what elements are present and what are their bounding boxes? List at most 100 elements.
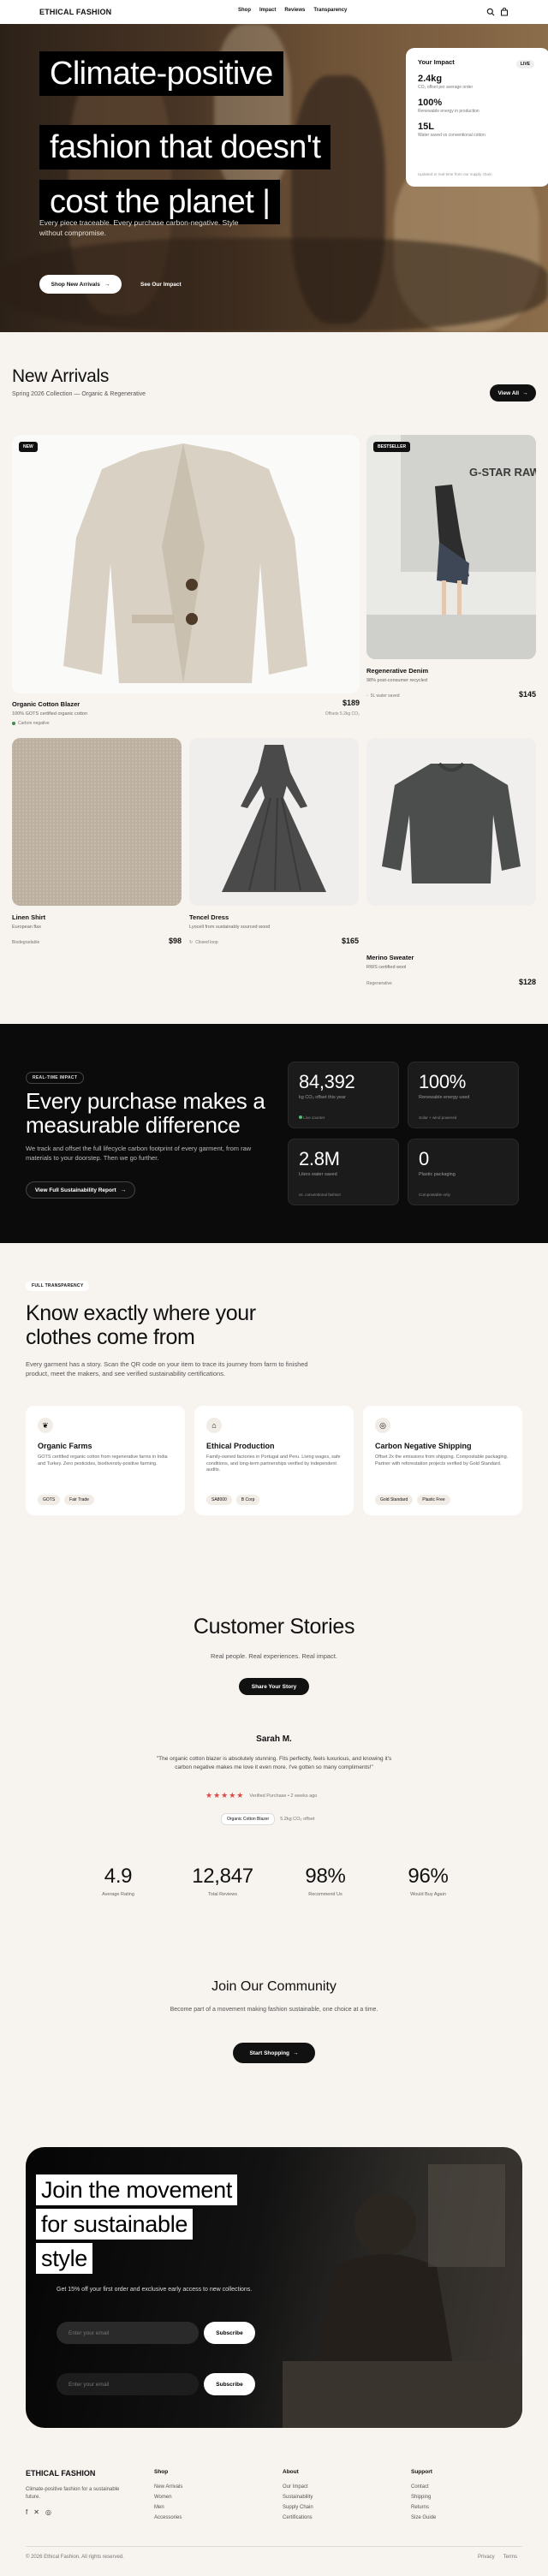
factory-icon: ⌂ — [206, 1418, 222, 1433]
see-our-impact-button[interactable]: See Our Impact — [140, 275, 182, 294]
footer-link[interactable]: Women — [154, 2495, 172, 2500]
footer-tagline: Climate-positive fashion for a sustainab… — [26, 2487, 120, 2500]
twitter-icon[interactable]: ✕ — [33, 2508, 39, 2516]
footer-link[interactable]: Men — [154, 2505, 164, 2510]
product-tag-label: Carbon negative — [18, 721, 50, 726]
product-name[interactable]: Regenerative Denim — [366, 667, 428, 675]
hero-headline-line-2: fashion that doesn't — [39, 125, 331, 170]
bag-icon[interactable] — [500, 8, 509, 16]
footer-link[interactable]: Certifications — [283, 2515, 313, 2520]
brand-logo[interactable]: ETHICAL FASHION — [39, 8, 111, 16]
community-text: Become part of a movement making fashion… — [170, 2007, 378, 2013]
footer-link[interactable]: Returns — [411, 2505, 429, 2510]
stat-label: Average Rating — [102, 1892, 134, 1897]
footer-link[interactable]: Shipping — [411, 2495, 431, 2500]
feature-card-carbon-shipping: ◎ Carbon Negative Shipping Offset 2x the… — [363, 1406, 522, 1515]
shop-new-arrivals-button[interactable]: Shop New Arrivals → — [39, 275, 122, 294]
instagram-icon[interactable]: ◎ — [45, 2508, 51, 2516]
product-image-linen[interactable] — [12, 738, 182, 906]
footer-link[interactable]: Accessories — [154, 2515, 182, 2520]
arrow-right-icon: → — [104, 281, 110, 288]
footer-link[interactable]: New Arrivals — [154, 2484, 182, 2490]
product-name[interactable]: Organic Cotton Blazer — [12, 700, 80, 708]
cert-tag: Fair Trade — [64, 1495, 94, 1505]
product-price: $165 — [341, 937, 359, 945]
view-all-button[interactable]: View All → — [490, 384, 536, 402]
terms-link[interactable]: Terms — [503, 2555, 517, 2560]
stat-footer: Live counter — [299, 1115, 325, 1120]
footer-col-about-title: About — [283, 2469, 299, 2475]
join-headline-1: Join the movement — [36, 2174, 238, 2205]
product-name[interactable]: Linen Shirt — [12, 913, 45, 921]
sustainability-report-button[interactable]: View Full Sustainability Report → — [26, 1181, 135, 1199]
transparency-headline-1: Know exactly where your — [26, 1301, 256, 1325]
share-your-story-button[interactable]: Share Your Story — [239, 1678, 309, 1695]
facebook-icon[interactable]: f — [26, 2508, 27, 2516]
footer-link[interactable]: Supply Chain — [283, 2505, 313, 2510]
nav-link-reviews[interactable]: Reviews — [284, 8, 305, 13]
email-input-secondary[interactable] — [57, 2373, 199, 2395]
footer-link[interactable]: Our Impact — [283, 2484, 308, 2490]
join-headline-3: style — [36, 2243, 93, 2274]
stat-label: Total Reviews — [208, 1892, 237, 1897]
stat-card-plastic: 0 Plastic packaging Compostable only — [408, 1139, 519, 1205]
product-image-sweater[interactable] — [366, 738, 536, 906]
product-tag: ↻ Closed loop — [189, 940, 218, 945]
denim-illustration: G-STAR RAW — [366, 435, 536, 659]
product-desc: Lyocell from sustainably sourced wood — [189, 925, 271, 930]
leaf-icon: ❦ — [38, 1418, 53, 1433]
stat-label: kg CO₂ offset this year — [299, 1095, 346, 1100]
feature-desc: Offset 2x the emissions from shipping. C… — [375, 1455, 509, 1466]
stat-average-rating: 4.9 Average Rating — [75, 1865, 161, 1897]
globe-icon: ◎ — [375, 1418, 390, 1433]
cert-tag: GOTS — [38, 1495, 61, 1505]
impact-co2-value: 2.4kg — [418, 74, 443, 84]
live-dot-icon — [299, 1115, 302, 1119]
email-input[interactable] — [57, 2322, 199, 2344]
linen-texture — [12, 738, 182, 906]
footer-col-support-title: Support — [411, 2469, 432, 2475]
impact-energy-value: 100% — [418, 98, 443, 108]
product-name[interactable]: Tencel Dress — [189, 913, 229, 921]
nav-link-impact[interactable]: Impact — [259, 8, 276, 13]
stat-buy-again: 96% Would Buy Again — [385, 1865, 471, 1897]
subscribe-button[interactable]: Subscribe — [204, 2322, 255, 2344]
store-sign-text: G-STAR RAW — [469, 466, 536, 479]
sustainability-report-label: View Full Sustainability Report — [34, 1187, 116, 1193]
stat-footer-label: Live counter — [303, 1115, 325, 1120]
search-icon[interactable] — [486, 8, 495, 16]
product-image-dress[interactable] — [189, 738, 359, 906]
footer-link[interactable]: Sustainability — [283, 2495, 313, 2500]
stat-label: Recommend Us — [308, 1892, 342, 1897]
badge-new: NEW — [19, 442, 38, 452]
impact-card: Your Impact LIVE 2.4kg CO₂ offset per av… — [406, 48, 548, 187]
review-product-chip[interactable]: Organic Cotton Blazer — [221, 1813, 276, 1825]
start-shopping-label: Start Shopping — [249, 2049, 290, 2056]
product-desc: 98% post-consumer recycled — [366, 678, 427, 683]
subscribe-button-secondary[interactable]: Subscribe — [204, 2373, 255, 2395]
stat-value: 84,392 — [299, 1071, 355, 1092]
leaf-icon — [12, 722, 15, 725]
full-transparency-chip: FULL TRANSPARENCY — [26, 1281, 90, 1291]
feature-desc: Family-owned factories in Portugal and P… — [206, 1455, 341, 1472]
start-shopping-button[interactable]: Start Shopping → — [233, 2043, 315, 2063]
cert-tag: Plastic Free — [417, 1495, 450, 1505]
privacy-link[interactable]: Privacy — [478, 2555, 495, 2560]
stat-value: 2.8M — [299, 1148, 340, 1169]
new-arrivals-title: New Arrivals — [12, 366, 110, 386]
stat-card-co2: 84,392 kg CO₂ offset this year Live coun… — [288, 1062, 399, 1128]
nav-link-transparency[interactable]: Transparency — [313, 8, 347, 13]
transparency-headline-2: clothes come from — [26, 1325, 195, 1349]
product-name[interactable]: Merino Sweater — [366, 954, 414, 961]
impact-headline-1: Every purchase makes a — [26, 1088, 265, 1114]
copyright: © 2026 Ethical Fashion. All rights reser… — [26, 2555, 124, 2560]
product-image-denim[interactable]: G-STAR RAW BESTSELLER — [366, 435, 536, 659]
product-image-blazer[interactable]: NEW — [12, 435, 360, 693]
nav-link-shop[interactable]: Shop — [238, 8, 251, 13]
stat-value: 98% — [305, 1865, 346, 1888]
footer-link[interactable]: Size Guide — [411, 2515, 436, 2520]
product-price: $189 — [342, 699, 360, 707]
cert-tag: B Corp — [235, 1495, 260, 1505]
footer-brand[interactable]: ETHICAL FASHION — [26, 2469, 95, 2478]
footer-link[interactable]: Contact — [411, 2484, 429, 2490]
